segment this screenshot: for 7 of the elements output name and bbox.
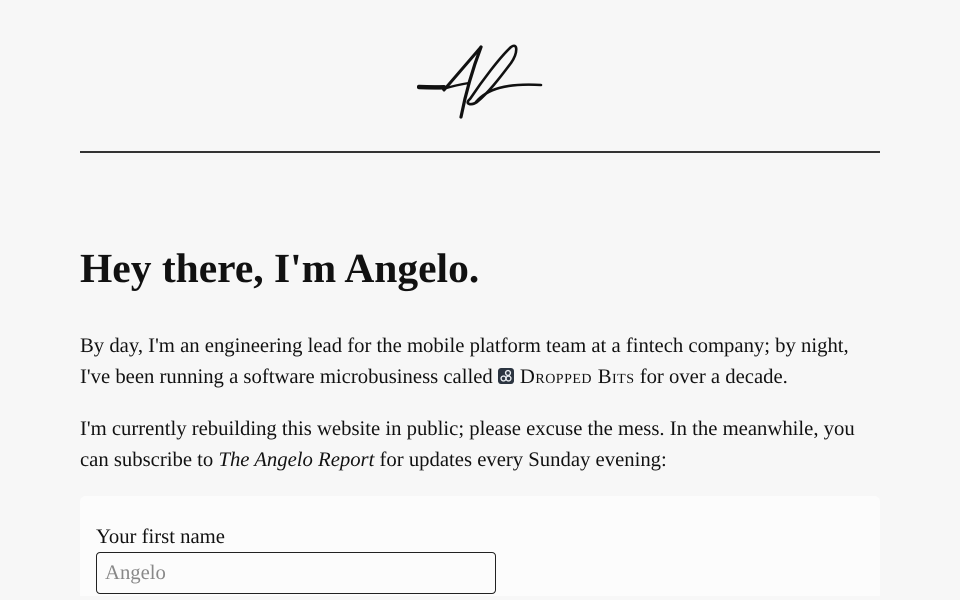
field-label: Your first name: [96, 525, 226, 550]
intro-paragraph: By day, I'm an engineering lead for the mobile platform team at a fintech company; by night, I've been running a software microbusiness called Dropped Bits for over a decade.: [80, 334, 850, 390]
app-logo-icon: [498, 368, 514, 384]
page-heading: Hey there, I'm Angelo.: [80, 244, 480, 293]
intro-paragraph: I'm currently rebuilding this website in public; please excuse the mess. In the meanwhile, you can subscribe to The Angelo Report for updates every Sunday evening:: [80, 417, 856, 473]
brand-link[interactable]: Dropped Bits: [498, 366, 635, 388]
first-name-field[interactable]: Angelo: [96, 552, 496, 594]
